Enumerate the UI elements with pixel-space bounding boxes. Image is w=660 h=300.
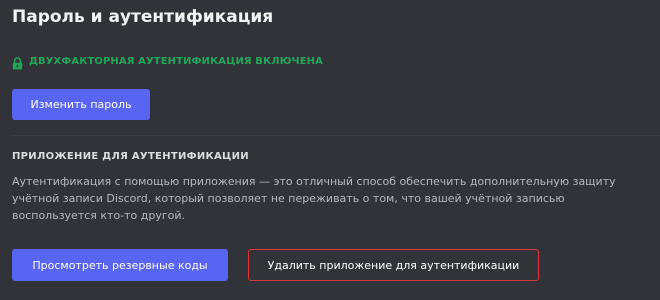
- view-backup-codes-button[interactable]: Просмотреть резервные коды: [12, 249, 228, 281]
- description-line: воспользуется кто-то другой.: [12, 209, 186, 222]
- authenticator-app-description: Аутентификация с помощью приложения — эт…: [12, 173, 642, 224]
- lock-icon: [12, 55, 23, 69]
- section-divider: [12, 135, 660, 136]
- remove-authenticator-button[interactable]: Удалить приложение для аутентификации: [248, 249, 539, 281]
- two-factor-status-text: ДВУХФАКТОРНАЯ АУТЕНТИФИКАЦИЯ ВКЛЮЧЕНА: [29, 55, 323, 67]
- two-factor-status: ДВУХФАКТОРНАЯ АУТЕНТИФИКАЦИЯ ВКЛЮЧЕНА: [12, 54, 323, 69]
- page-title: Пароль и аутентификация: [12, 7, 274, 27]
- change-password-button[interactable]: Изменить пароль: [12, 89, 150, 120]
- authenticator-app-heading: ПРИЛОЖЕНИЕ ДЛЯ АУТЕНТИФИКАЦИИ: [12, 151, 249, 162]
- description-line: учётной записи Discord, который позволяе…: [12, 192, 565, 205]
- description-line: Аутентификация с помощью приложения — эт…: [12, 175, 616, 188]
